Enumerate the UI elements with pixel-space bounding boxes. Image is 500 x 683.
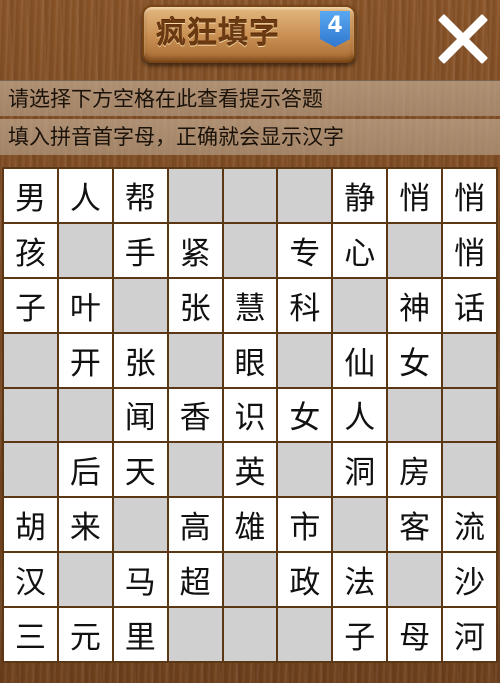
grid-cell-filled[interactable]: 眼 <box>223 333 277 387</box>
grid-cell-filled[interactable]: 胡 <box>4 498 57 552</box>
grid-cell-filled[interactable]: 神 <box>388 278 442 332</box>
grid-cell-blank[interactable] <box>278 169 332 222</box>
grid-cell-blank[interactable] <box>223 169 277 222</box>
grid-cell-filled[interactable]: 后 <box>58 443 112 497</box>
grid-cell-filled[interactable]: 人 <box>58 169 112 222</box>
grid-cell-blank[interactable] <box>4 388 57 442</box>
grid-cell-blank[interactable] <box>388 388 442 442</box>
grid-cell-filled[interactable]: 流 <box>443 498 496 552</box>
grid-cell-blank[interactable] <box>278 443 332 497</box>
grid-cell-filled[interactable]: 闻 <box>113 388 167 442</box>
grid-cell-filled[interactable]: 英 <box>223 443 277 497</box>
grid-cell-filled[interactable]: 汉 <box>4 553 57 607</box>
grid-cell-blank[interactable] <box>333 498 387 552</box>
grid-cell-blank[interactable] <box>223 223 277 277</box>
grid-cell-filled[interactable]: 识 <box>223 388 277 442</box>
grid-cell-filled[interactable]: 客 <box>388 498 442 552</box>
grid-cell-filled[interactable]: 悄 <box>388 169 442 222</box>
level-badge: 4 <box>320 11 350 47</box>
grid-cell-blank[interactable] <box>223 608 277 661</box>
grid-cell-blank[interactable] <box>278 608 332 661</box>
grid-cell-filled[interactable]: 市 <box>278 498 332 552</box>
grid-cell-blank[interactable] <box>223 553 277 607</box>
grid-cell-filled[interactable]: 悄 <box>443 169 496 222</box>
grid-cell-filled[interactable]: 子 <box>4 278 57 332</box>
grid-cell-blank[interactable] <box>443 443 496 497</box>
grid-cell-filled[interactable]: 法 <box>333 553 387 607</box>
grid-cell-blank[interactable] <box>333 278 387 332</box>
grid-cell-blank[interactable] <box>168 169 222 222</box>
grid-cell-filled[interactable]: 母 <box>388 608 442 661</box>
grid-cell-filled[interactable]: 张 <box>113 333 167 387</box>
grid-cell-blank[interactable] <box>4 443 57 497</box>
grid-cell-filled[interactable]: 悄 <box>443 223 496 277</box>
hint-line-instruction: 请选择下方空格在此查看提示答题 <box>0 80 500 116</box>
grid-cell-filled[interactable]: 超 <box>168 553 222 607</box>
grid-cell-filled[interactable]: 孩 <box>4 223 57 277</box>
grid-cell-filled[interactable]: 女 <box>388 333 442 387</box>
grid-cell-filled[interactable]: 里 <box>113 608 167 661</box>
grid-cell-filled[interactable]: 高 <box>168 498 222 552</box>
close-icon <box>438 14 488 64</box>
close-button[interactable] <box>436 14 490 66</box>
grid-cell-filled[interactable]: 话 <box>443 278 496 332</box>
grid-cell-blank[interactable] <box>278 333 332 387</box>
grid-cell-filled[interactable]: 人 <box>333 388 387 442</box>
grid-cell-blank[interactable] <box>388 223 442 277</box>
grid-cell-filled[interactable]: 洞 <box>333 443 387 497</box>
grid-cell-filled[interactable]: 天 <box>113 443 167 497</box>
grid-cell-filled[interactable]: 河 <box>443 608 496 661</box>
grid-cell-filled[interactable]: 政 <box>278 553 332 607</box>
grid-cell-blank[interactable] <box>168 443 222 497</box>
grid-cell-filled[interactable]: 仙 <box>333 333 387 387</box>
grid-cell-filled[interactable]: 专 <box>278 223 332 277</box>
grid-cell-filled[interactable]: 科 <box>278 278 332 332</box>
hint-line-pinyin: 填入拼音首字母，正确就会显示汉字 <box>0 119 500 155</box>
grid-cell-filled[interactable]: 三 <box>4 608 57 661</box>
grid-cell-blank[interactable] <box>388 553 442 607</box>
grid-cell-blank[interactable] <box>58 223 112 277</box>
title-plaque: 疯狂填字 4 <box>142 5 356 63</box>
grid-cell-filled[interactable]: 开 <box>58 333 112 387</box>
grid-cell-blank[interactable] <box>58 388 112 442</box>
grid-cell-filled[interactable]: 帮 <box>113 169 167 222</box>
grid-cell-blank[interactable] <box>58 553 112 607</box>
grid-cell-filled[interactable]: 静 <box>333 169 387 222</box>
grid-cell-blank[interactable] <box>113 498 167 552</box>
grid-cell-blank[interactable] <box>443 388 496 442</box>
grid-cell-filled[interactable]: 雄 <box>223 498 277 552</box>
grid-cell-filled[interactable]: 房 <box>388 443 442 497</box>
grid-cell-filled[interactable]: 张 <box>168 278 222 332</box>
grid-cell-blank[interactable] <box>4 333 57 387</box>
grid-cell-filled[interactable]: 紧 <box>168 223 222 277</box>
grid-cell-filled[interactable]: 子 <box>333 608 387 661</box>
grid-cell-filled[interactable]: 男 <box>4 169 57 222</box>
grid-cell-blank[interactable] <box>168 608 222 661</box>
grid-cell-filled[interactable]: 手 <box>113 223 167 277</box>
grid-cell-filled[interactable]: 心 <box>333 223 387 277</box>
grid-cell-filled[interactable]: 慧 <box>223 278 277 332</box>
grid-cell-filled[interactable]: 元 <box>58 608 112 661</box>
grid-cell-filled[interactable]: 女 <box>278 388 332 442</box>
grid-cell-blank[interactable] <box>113 278 167 332</box>
grid-cell-filled[interactable]: 马 <box>113 553 167 607</box>
grid-cell-blank[interactable] <box>168 333 222 387</box>
crossword-grid: 男人帮静悄悄孩手紧专心悄子叶张慧科神话开张眼仙女闻香识女人后天英洞房胡来高雄市客… <box>2 167 498 663</box>
grid-cell-filled[interactable]: 叶 <box>58 278 112 332</box>
grid-cell-filled[interactable]: 沙 <box>443 553 496 607</box>
game-title: 疯狂填字 <box>156 16 280 51</box>
grid-cell-filled[interactable]: 香 <box>168 388 222 442</box>
grid-cell-blank[interactable] <box>443 333 496 387</box>
grid-cell-filled[interactable]: 来 <box>58 498 112 552</box>
